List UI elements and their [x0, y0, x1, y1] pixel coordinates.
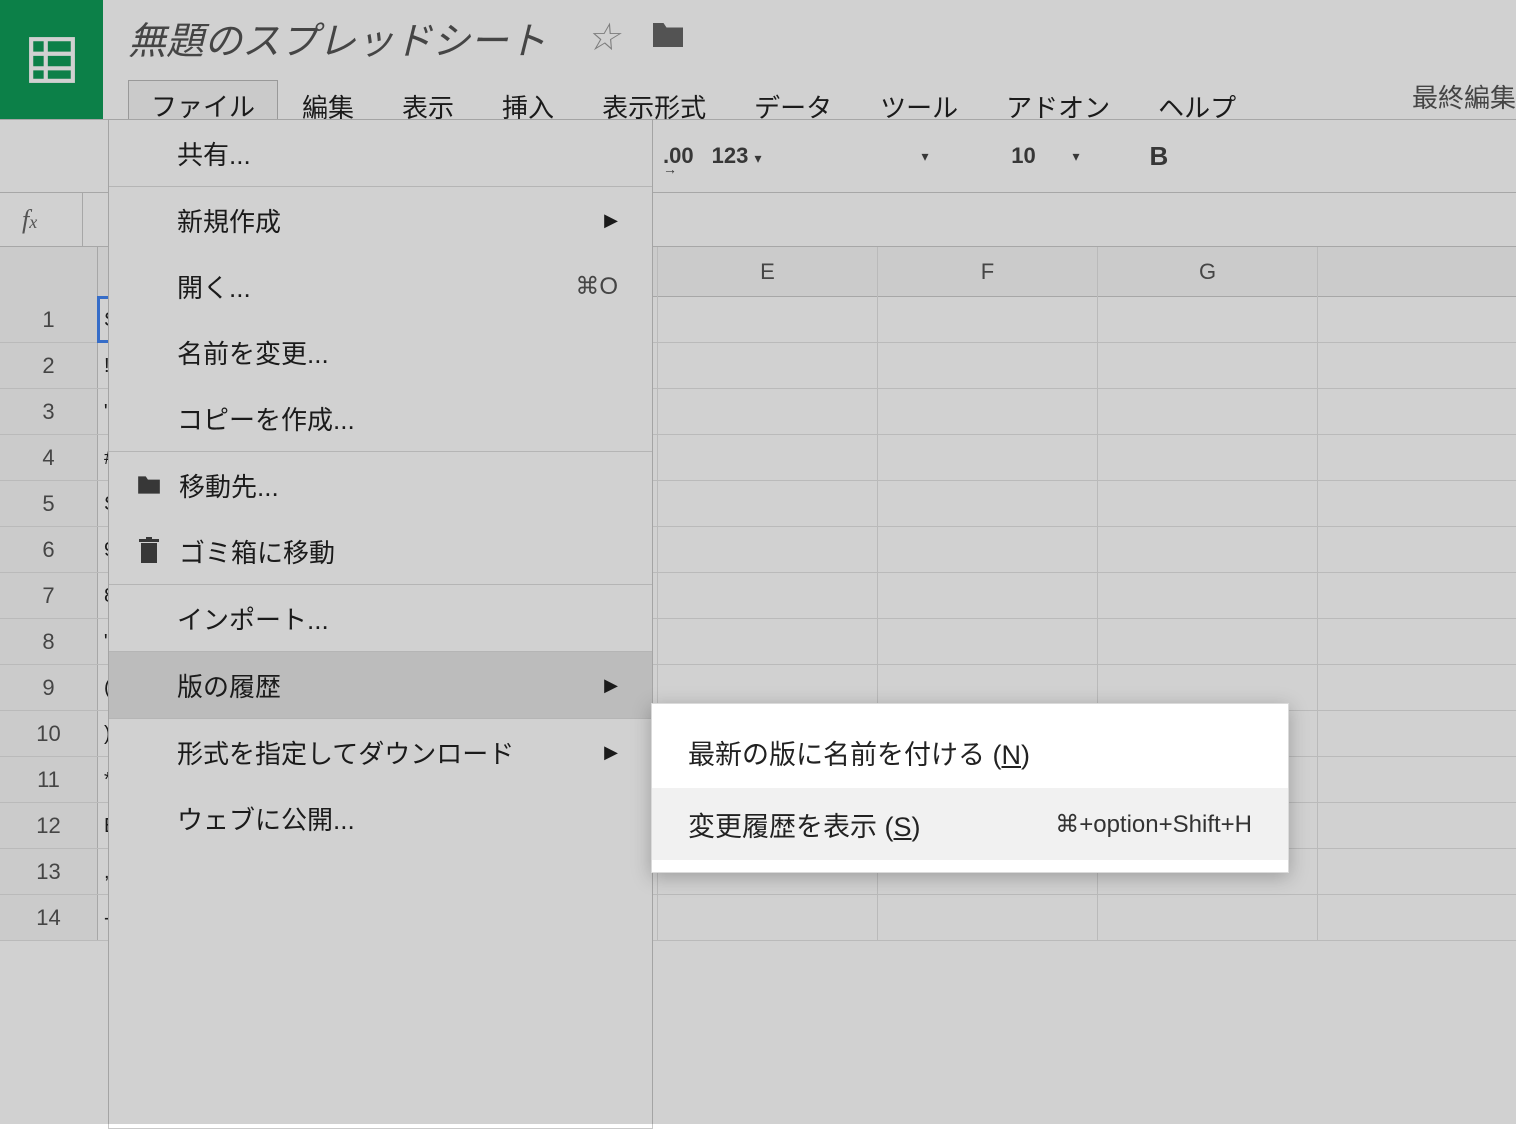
- submenu-show-version-history[interactable]: 変更履歴を表示 (S) ⌘+option+Shift+H: [652, 788, 1288, 860]
- star-icon[interactable]: ☆: [586, 15, 620, 60]
- toolbar-bold-button[interactable]: B: [1150, 141, 1169, 172]
- cell[interactable]: [658, 297, 878, 342]
- fx-icon: fx: [22, 205, 82, 235]
- shortcut-label: ⌘O: [575, 272, 618, 301]
- column-header-f[interactable]: F: [878, 247, 1098, 297]
- row-header[interactable]: 6: [0, 527, 98, 572]
- cell[interactable]: [878, 619, 1098, 664]
- menuitem-open[interactable]: 開く... ⌘O: [109, 253, 652, 319]
- cell[interactable]: [878, 895, 1098, 940]
- fontsize-value: 10: [999, 143, 1049, 169]
- cell[interactable]: [658, 481, 878, 526]
- row-header[interactable]: 7: [0, 573, 98, 618]
- shortcut-label: ⌘+option+Shift+H: [1055, 810, 1252, 839]
- row-header[interactable]: 12: [0, 803, 98, 848]
- spreadsheet-icon: [27, 35, 77, 85]
- folder-icon[interactable]: [650, 17, 686, 59]
- row-header[interactable]: 10: [0, 711, 98, 756]
- header: 無題のスプレッドシート ☆ ファイル 編集 表示 挿入 表示形式 データ ツール…: [0, 0, 1516, 119]
- cell[interactable]: [1098, 527, 1318, 572]
- row-header[interactable]: 9: [0, 665, 98, 710]
- more-formats-button[interactable]: 123 ▾: [712, 143, 762, 169]
- cell[interactable]: [1098, 297, 1318, 342]
- row-header[interactable]: 11: [0, 757, 98, 802]
- cell[interactable]: [1098, 895, 1318, 940]
- submenu-arrow-icon: ▶: [604, 742, 618, 763]
- menuitem-publish[interactable]: ウェブに公開...: [109, 785, 652, 851]
- cell[interactable]: [658, 895, 878, 940]
- menuitem-rename[interactable]: 名前を変更...: [109, 319, 652, 385]
- menu-data[interactable]: データ: [730, 80, 856, 133]
- cell[interactable]: [658, 435, 878, 480]
- menuitem-import[interactable]: インポート...: [109, 585, 652, 651]
- cell[interactable]: [658, 619, 878, 664]
- submenu-arrow-icon: ▶: [604, 210, 618, 231]
- cell[interactable]: [878, 435, 1098, 480]
- column-header-e[interactable]: E: [658, 247, 878, 297]
- submenu-arrow-icon: ▶: [604, 675, 618, 696]
- select-all-corner[interactable]: [0, 247, 98, 297]
- cell[interactable]: [878, 481, 1098, 526]
- caret-down-icon: ▾: [921, 148, 928, 165]
- row-header[interactable]: 13: [0, 849, 98, 894]
- cell[interactable]: [1098, 481, 1318, 526]
- cell[interactable]: [878, 527, 1098, 572]
- row-header[interactable]: 1: [0, 297, 98, 342]
- toolbar-font-dropdown[interactable]: ▾: [921, 148, 928, 165]
- cell[interactable]: [1098, 389, 1318, 434]
- cell[interactable]: [1098, 619, 1318, 664]
- doc-title[interactable]: 無題のスプレッドシート: [128, 10, 546, 65]
- cell[interactable]: [878, 389, 1098, 434]
- version-history-submenu: 最新の版に名前を付ける (N) 変更履歴を表示 (S) ⌘+option+Shi…: [651, 703, 1289, 873]
- toolbar-number-format[interactable]: .00→ 123 ▾: [663, 143, 761, 169]
- menu-tools[interactable]: ツール: [856, 80, 982, 133]
- menuitem-download-as[interactable]: 形式を指定してダウンロード ▶: [109, 719, 652, 785]
- menu-help[interactable]: ヘルプ: [1134, 80, 1260, 133]
- trash-icon: [133, 535, 165, 567]
- cell[interactable]: [658, 343, 878, 388]
- cell[interactable]: [878, 297, 1098, 342]
- menuitem-share[interactable]: 共有...: [109, 120, 652, 186]
- menu-addons[interactable]: アドオン: [982, 80, 1134, 133]
- submenu-name-current-version[interactable]: 最新の版に名前を付ける (N): [652, 716, 1288, 788]
- row-header[interactable]: 5: [0, 481, 98, 526]
- caret-down-icon: ▾: [754, 150, 761, 166]
- menuitem-trash[interactable]: ゴミ箱に移動: [109, 518, 652, 584]
- title-area: 無題のスプレッドシート ☆ ファイル 編集 表示 挿入 表示形式 データ ツール…: [103, 0, 1516, 119]
- menuitem-new[interactable]: 新規作成 ▶: [109, 187, 652, 253]
- cell[interactable]: [658, 389, 878, 434]
- last-edit-label: 最終編集: [1412, 78, 1516, 115]
- caret-down-icon: ▾: [1073, 148, 1080, 165]
- cell[interactable]: [878, 573, 1098, 618]
- folder-icon: [133, 469, 165, 501]
- sheets-logo[interactable]: [0, 0, 103, 119]
- toolbar-fontsize-dropdown[interactable]: 10 ▾: [999, 143, 1080, 169]
- cell[interactable]: [1098, 435, 1318, 480]
- menuitem-make-copy[interactable]: コピーを作成...: [109, 385, 652, 451]
- column-header-g[interactable]: G: [1098, 247, 1318, 297]
- decrease-decimal-icon[interactable]: .00→: [663, 143, 694, 169]
- cell[interactable]: [1098, 573, 1318, 618]
- row-header[interactable]: 8: [0, 619, 98, 664]
- row-header[interactable]: 3: [0, 389, 98, 434]
- cell[interactable]: [658, 573, 878, 618]
- menuitem-version-history[interactable]: 版の履歴 ▶: [109, 652, 652, 718]
- row-header[interactable]: 14: [0, 895, 98, 940]
- cell[interactable]: [1098, 343, 1318, 388]
- file-menu-dropdown: 共有... 新規作成 ▶ 開く... ⌘O 名前を変更... コピーを作成...…: [108, 119, 653, 1129]
- row-header[interactable]: 2: [0, 343, 98, 388]
- row-header[interactable]: 4: [0, 435, 98, 480]
- cell[interactable]: [658, 527, 878, 572]
- cell[interactable]: [878, 343, 1098, 388]
- menuitem-move[interactable]: 移動先...: [109, 452, 652, 518]
